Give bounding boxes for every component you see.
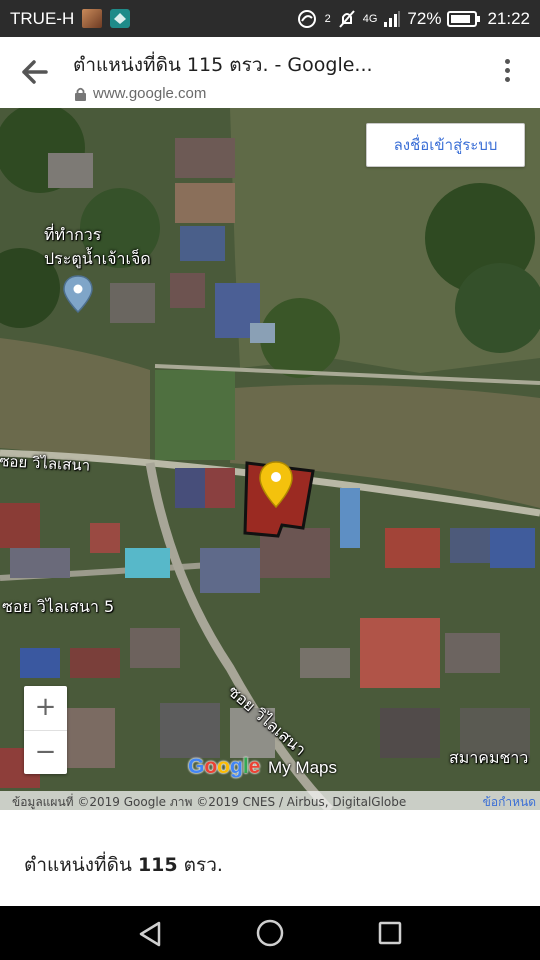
lock-icon <box>74 86 87 101</box>
page-url[interactable]: www.google.com <box>93 85 206 102</box>
sim-slot-number: 2 <box>324 12 331 25</box>
mute-icon <box>337 9 357 29</box>
sim-signal-icon <box>297 9 319 29</box>
map-pin-icon[interactable] <box>62 274 94 314</box>
square-recent-icon[interactable] <box>378 921 402 949</box>
place-label-line1: ที่ทำกวร <box>44 225 102 244</box>
terms-link[interactable]: ข้อกำหนด <box>483 793 536 810</box>
triangle-back-icon[interactable] <box>137 920 163 952</box>
zoom-controls: + − <box>24 686 67 774</box>
arrow-back-icon[interactable] <box>18 57 52 87</box>
signin-button[interactable]: ลงชื่อเข้าสู่ระบบ <box>366 123 525 167</box>
logo-maps: Maps <box>295 758 337 777</box>
logo-my: My <box>268 758 291 777</box>
page-title: ตำแหน่งที่ดิน 115 ตรว. - Google... <box>73 54 373 76</box>
circle-home-icon[interactable] <box>256 919 284 951</box>
system-nav-bar <box>0 906 540 960</box>
zoom-out-button[interactable]: − <box>24 730 67 774</box>
my-maps-logo: My Maps <box>268 758 337 778</box>
network-type: 4G <box>362 12 378 25</box>
satellite-map[interactable]: ลงชื่อเข้าสู่ระบบ ที่ทำกวร ประตูน้ำเจ้าเ… <box>0 108 540 810</box>
map-attribution: ข้อมูลแผนที่ ©2019 Google ภาพ ©2019 CNES… <box>12 795 407 809</box>
map-title-number: 115 <box>137 854 178 876</box>
google-logo: Google <box>188 755 261 778</box>
notification-image-icon <box>82 9 102 28</box>
battery-percent: 72% <box>407 8 442 28</box>
place-label-line2: ประตูน้ำเจ้าเจ็ด <box>44 249 151 268</box>
zoom-in-button[interactable]: + <box>24 686 67 730</box>
signal-strength-icon <box>383 10 401 28</box>
more-vert-icon[interactable] <box>504 59 512 87</box>
clock: 21:22 <box>487 8 530 28</box>
carrier-name: TRUE-H <box>10 9 75 28</box>
road-label-vilaisena-5: ซอย วิไลเสนา 5 <box>2 597 115 616</box>
road-label-vilaisena: ซอย วิไลเสนา <box>0 451 91 475</box>
notification-app-icon <box>110 9 130 28</box>
map-title-suffix: ตรว. <box>177 854 223 876</box>
attribution-bar: ข้อมูลแผนที่ ©2019 Google ภาพ ©2019 CNES… <box>0 791 540 810</box>
map-title: ตำแหน่งที่ดิน 115 ตรว. <box>24 850 223 880</box>
poi-label-association: สมาคมชาว <box>449 748 529 767</box>
map-title-prefix: ตำแหน่งที่ดิน <box>24 854 138 876</box>
map-info-footer: ตำแหน่งที่ดิน 115 ตรว. <box>0 810 540 906</box>
browser-header: ตำแหน่งที่ดิน 115 ตรว. - Google... www.g… <box>0 37 540 108</box>
status-bar: TRUE-H 2 4G 72% 21:22 <box>0 0 540 37</box>
battery-icon <box>447 10 481 28</box>
location-marker-icon[interactable] <box>258 460 294 510</box>
